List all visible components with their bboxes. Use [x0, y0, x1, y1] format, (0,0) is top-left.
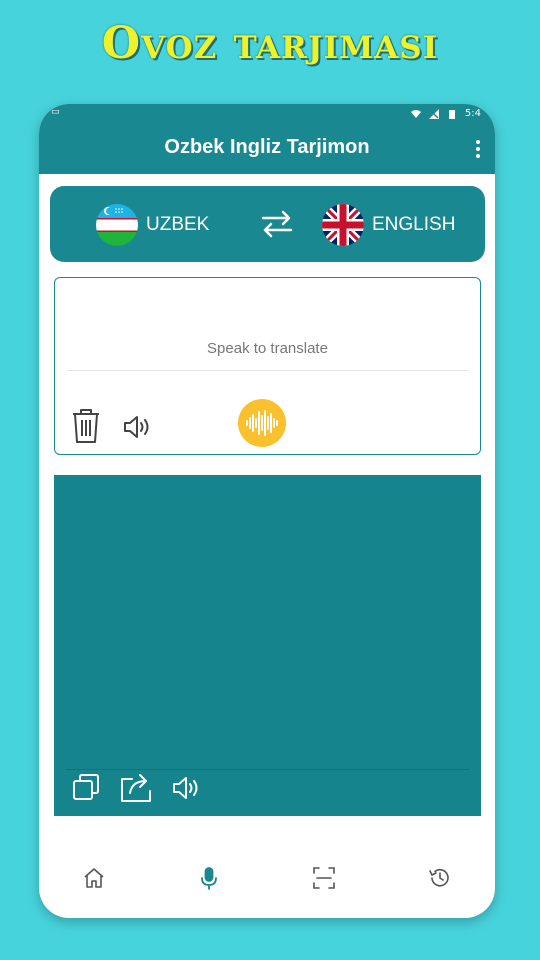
- source-language-button[interactable]: UZBEK: [96, 204, 209, 246]
- mic-icon[interactable]: [197, 866, 221, 890]
- promo-title: Ovoz tarjimasi: [101, 18, 439, 69]
- target-language-button[interactable]: ENGLISH: [322, 204, 455, 246]
- output-divider: [66, 769, 469, 770]
- wifi-icon: [410, 109, 421, 118]
- input-card[interactable]: Speak to translate: [54, 277, 481, 455]
- swap-icon[interactable]: [259, 208, 295, 240]
- signal-icon: [428, 108, 439, 119]
- home-icon[interactable]: [82, 866, 106, 890]
- output-speaker-icon[interactable]: [172, 775, 204, 801]
- phone-frame: ▭ 5:4 Ozbek Ingliz Tarjimon UZBEK ENGLIS…: [39, 104, 495, 918]
- input-divider: [67, 370, 468, 371]
- status-bar: 5:4: [410, 108, 481, 119]
- language-selector-bar: UZBEK ENGLISH: [50, 186, 485, 262]
- input-placeholder: Speak to translate: [207, 340, 328, 357]
- bottom-navigation: [39, 844, 495, 914]
- uzbekistan-flag-icon: [96, 204, 138, 246]
- more-vert-icon[interactable]: [475, 140, 481, 158]
- output-card[interactable]: [54, 475, 481, 816]
- sound-wave-icon: [246, 410, 278, 436]
- uk-flag-icon: [322, 204, 364, 246]
- speaker-icon[interactable]: [123, 414, 153, 440]
- status-time: 5:4: [464, 108, 481, 119]
- source-language-label: UZBEK: [146, 214, 210, 235]
- scan-icon[interactable]: [312, 866, 336, 890]
- target-language-label: ENGLISH: [372, 214, 456, 235]
- voice-input-button[interactable]: [238, 399, 286, 447]
- history-icon[interactable]: [428, 866, 452, 890]
- battery-icon: [448, 109, 455, 119]
- status-notification: ▭: [51, 107, 60, 117]
- app-title: Ozbek Ingliz Tarjimon: [164, 136, 370, 158]
- copy-icon[interactable]: [72, 773, 100, 801]
- trash-icon[interactable]: [71, 408, 101, 444]
- app-bar: ▭ 5:4 Ozbek Ingliz Tarjimon: [39, 104, 495, 174]
- share-icon[interactable]: [118, 771, 154, 803]
